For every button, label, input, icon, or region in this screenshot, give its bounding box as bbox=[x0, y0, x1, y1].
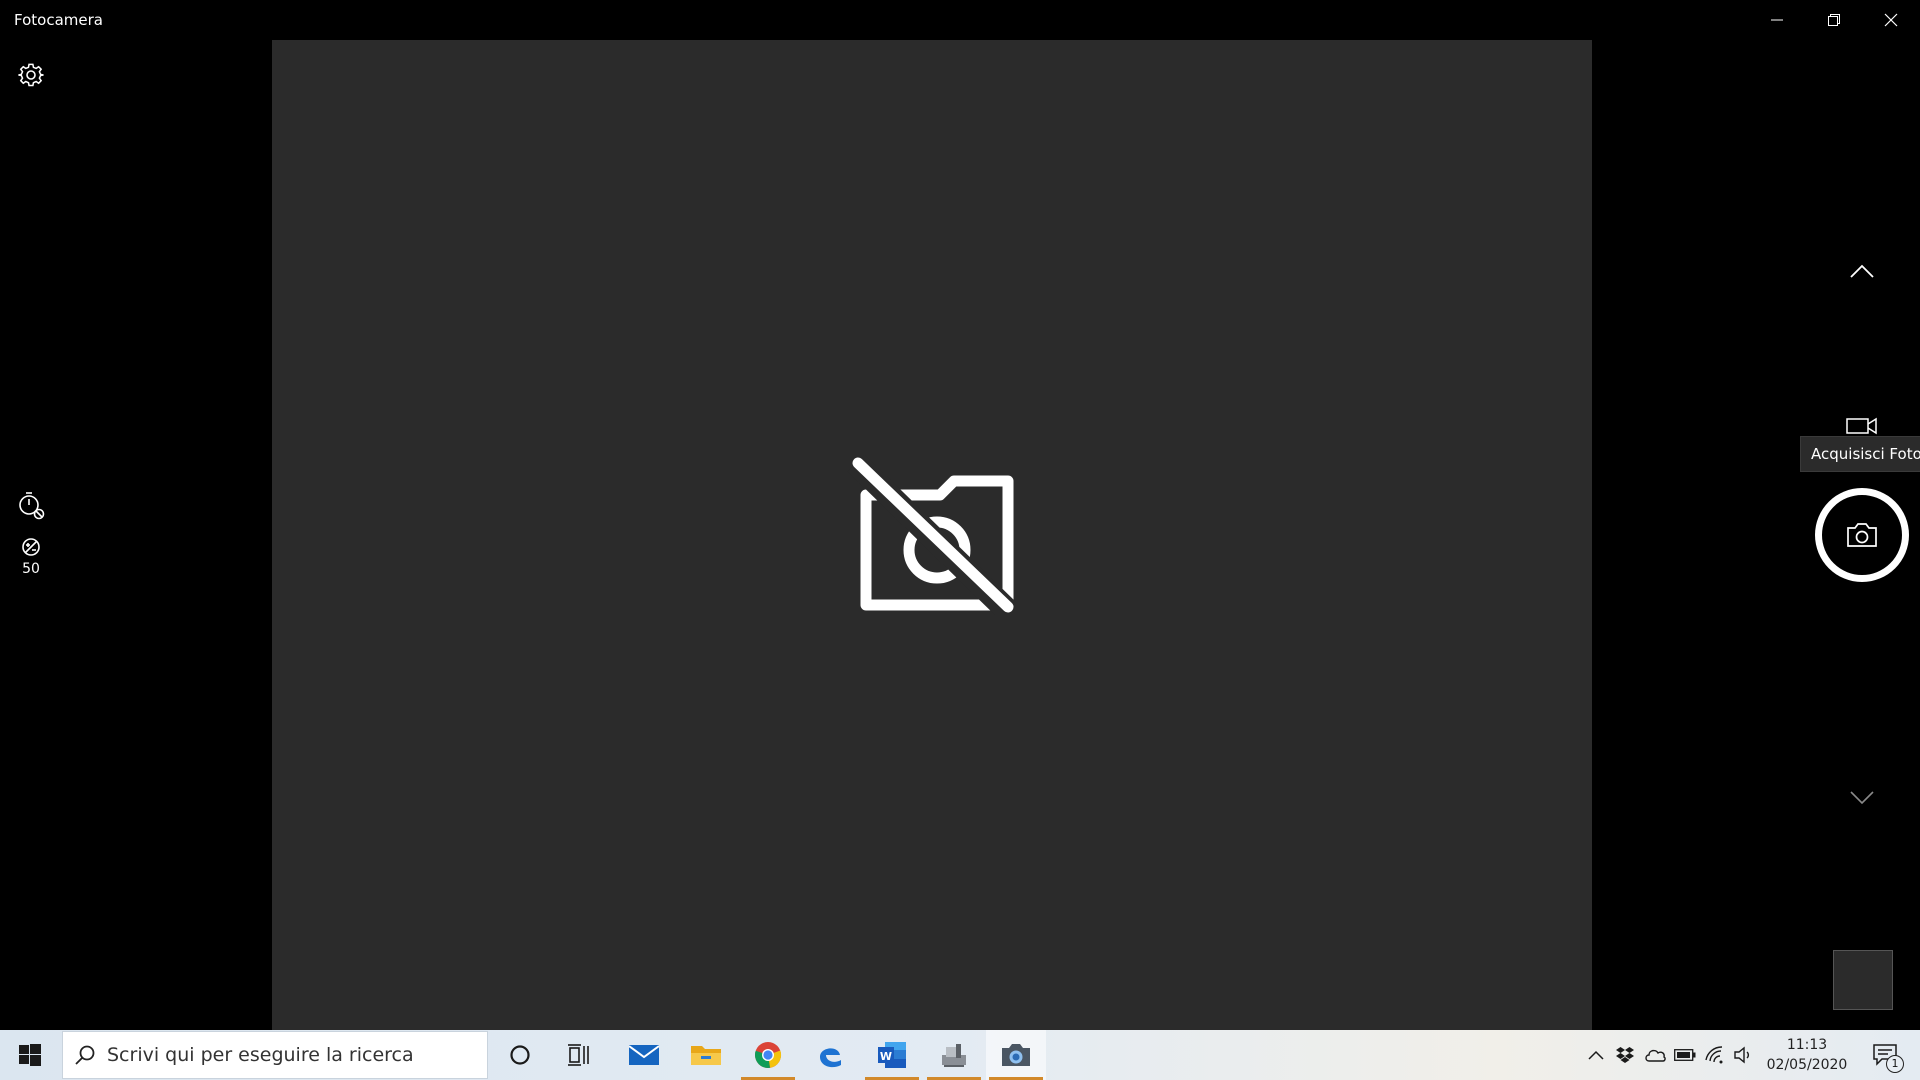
restore-button[interactable] bbox=[1805, 0, 1862, 40]
battery-icon bbox=[1674, 1049, 1696, 1061]
file-explorer-icon bbox=[691, 1046, 721, 1065]
wifi-icon bbox=[1705, 1046, 1723, 1064]
taskbar-chrome[interactable] bbox=[738, 1030, 798, 1080]
tray-onedrive[interactable] bbox=[1641, 1030, 1669, 1080]
notification-count: 1 bbox=[1886, 1055, 1904, 1073]
cloud-icon bbox=[1645, 1049, 1666, 1062]
taskbar: Scrivi qui per eseguire la ricerca W 11:… bbox=[0, 1030, 1920, 1080]
brightness-icon bbox=[22, 538, 40, 556]
timer-off-icon bbox=[19, 492, 45, 520]
chevron-up-icon bbox=[1588, 1050, 1604, 1060]
camera-app-window: Fotocamera 50 Acquisisci Foto bbox=[0, 0, 1920, 1030]
cortana-icon bbox=[510, 1045, 530, 1065]
minimize-button[interactable] bbox=[1748, 0, 1805, 40]
search-icon bbox=[75, 1045, 95, 1065]
take-photo-button[interactable] bbox=[1815, 488, 1909, 582]
mail-icon bbox=[629, 1045, 659, 1065]
photo-timer-button[interactable] bbox=[12, 486, 50, 524]
task-view-icon bbox=[568, 1044, 589, 1066]
action-center-button[interactable]: 1 bbox=[1860, 1030, 1910, 1080]
cortana-button[interactable] bbox=[490, 1030, 550, 1080]
taskbar-word[interactable]: W bbox=[862, 1030, 922, 1080]
shutter-tooltip: Acquisisci Foto bbox=[1800, 436, 1920, 472]
chevron-up-icon bbox=[1850, 264, 1874, 278]
tray-dropbox[interactable] bbox=[1611, 1030, 1639, 1080]
tray-volume[interactable] bbox=[1730, 1030, 1758, 1080]
brightness-button[interactable] bbox=[12, 532, 50, 562]
volume-icon bbox=[1734, 1046, 1749, 1064]
search-icon-wrap bbox=[63, 1032, 107, 1078]
camera-off-icon bbox=[847, 455, 1017, 615]
app-icon bbox=[942, 1044, 966, 1067]
dropbox-icon bbox=[1616, 1047, 1634, 1063]
gear-icon bbox=[18, 63, 44, 87]
window-title: Fotocamera bbox=[14, 11, 103, 29]
tray-network[interactable] bbox=[1701, 1030, 1729, 1080]
scroll-down-button[interactable] bbox=[1842, 783, 1882, 813]
edge-icon bbox=[820, 1048, 841, 1068]
clock-date: 02/05/2020 bbox=[1766, 1057, 1848, 1073]
close-button[interactable] bbox=[1862, 0, 1919, 40]
close-icon bbox=[1884, 13, 1897, 27]
clock-time: 11:13 bbox=[1786, 1037, 1828, 1053]
taskbar-camera[interactable] bbox=[986, 1030, 1046, 1080]
svg-text:W: W bbox=[880, 1050, 892, 1063]
taskbar-search-box[interactable]: Scrivi qui per eseguire la ricerca bbox=[62, 1031, 488, 1079]
last-photo-thumbnail[interactable] bbox=[1833, 950, 1893, 1010]
camera-icon bbox=[1002, 1044, 1030, 1066]
settings-button[interactable] bbox=[12, 56, 50, 94]
tray-battery[interactable] bbox=[1671, 1030, 1699, 1080]
show-hidden-icons-button[interactable] bbox=[1582, 1030, 1610, 1080]
search-placeholder: Scrivi qui per eseguire la ricerca bbox=[107, 1044, 414, 1066]
taskbar-mail[interactable] bbox=[614, 1030, 674, 1080]
video-camera-icon bbox=[1846, 417, 1877, 435]
taskbar-file-explorer[interactable] bbox=[676, 1030, 736, 1080]
task-view-button[interactable] bbox=[550, 1030, 610, 1080]
windows-logo-icon bbox=[19, 1044, 41, 1066]
taskbar-clock[interactable]: 11:13 02/05/2020 bbox=[1762, 1035, 1852, 1075]
taskbar-app[interactable] bbox=[924, 1030, 984, 1080]
brightness-value: 50 bbox=[22, 561, 40, 577]
chrome-icon bbox=[755, 1042, 782, 1068]
chevron-down-icon bbox=[1850, 791, 1874, 805]
start-button[interactable] bbox=[0, 1030, 60, 1080]
scroll-up-button[interactable] bbox=[1842, 256, 1882, 286]
shutter-inner bbox=[1820, 493, 1904, 577]
minimize-icon bbox=[1770, 19, 1783, 21]
taskbar-edge[interactable] bbox=[800, 1030, 860, 1080]
word-icon: W bbox=[878, 1042, 906, 1068]
camera-icon bbox=[1847, 523, 1877, 547]
title-bar: Fotocamera bbox=[0, 0, 1920, 40]
restore-icon bbox=[1827, 14, 1840, 26]
